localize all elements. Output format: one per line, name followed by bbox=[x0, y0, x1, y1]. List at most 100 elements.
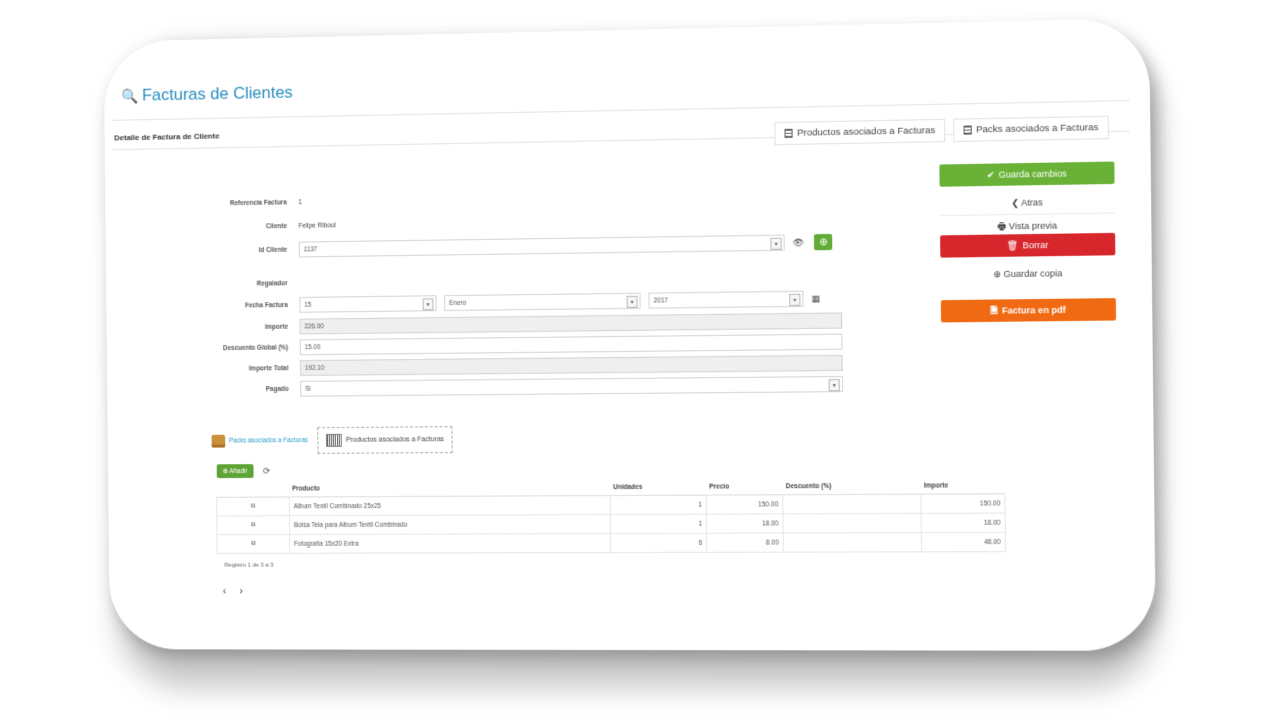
cell-descuento bbox=[783, 532, 922, 553]
fecha-day-value: 15 bbox=[304, 301, 312, 309]
row-importe-total: Importe Total 192.10 bbox=[203, 354, 857, 378]
fecha-month-select[interactable]: Enero ▾ bbox=[444, 292, 641, 312]
pagado-label: Pagado bbox=[265, 385, 289, 393]
header-precio: Precio bbox=[706, 479, 783, 496]
row-referencia: Referencia Factura 1 bbox=[201, 184, 855, 212]
descuento-label: Descuento Global (%) bbox=[223, 343, 289, 352]
list-icon bbox=[784, 128, 794, 138]
list-icon bbox=[963, 125, 973, 135]
detail-title: Detalle de Factura de Cliente bbox=[114, 131, 220, 143]
tab-productos-label: Productos asociados a Facturas bbox=[797, 125, 936, 139]
tab-productos-lower[interactable]: Productos asociados a Facturas bbox=[317, 426, 453, 454]
check-icon: ✔ bbox=[986, 169, 995, 180]
pagado-select[interactable]: Si ▾ bbox=[300, 375, 843, 397]
row-cliente: Cliente Felipe Riboul bbox=[202, 208, 856, 236]
descuento-value: 15.00 bbox=[304, 343, 321, 351]
app-title: 🔍 Facturas de Clientes bbox=[121, 83, 292, 106]
chevron-left-icon[interactable]: ‹ bbox=[223, 586, 226, 597]
divider bbox=[939, 212, 1115, 217]
delete-button[interactable]: 🗑 Borrar bbox=[940, 232, 1116, 258]
tab-productos[interactable]: Productos asociados a Facturas bbox=[774, 118, 946, 146]
cell-unidades: 1 bbox=[610, 495, 707, 515]
row-pagado: Pagado Si ▾ bbox=[203, 375, 857, 399]
plus-circle-icon: ⊕ bbox=[819, 236, 828, 248]
chevron-down-icon[interactable]: ▾ bbox=[828, 379, 840, 392]
fecha-day-select[interactable]: 15 ▾ bbox=[299, 295, 437, 313]
row-descuento: Descuento Global (%) 15.00 bbox=[203, 332, 857, 357]
back-button[interactable]: ❮ Atras bbox=[940, 196, 1115, 210]
add-button[interactable]: ⊕ Añadir bbox=[216, 464, 254, 479]
tab-productos-lower-label: Productos asociados a Facturas bbox=[345, 436, 445, 444]
header-descuento: Descuento (%) bbox=[782, 478, 921, 495]
cell-unidades: 6 bbox=[610, 533, 707, 553]
importe-total-value: 192.10 bbox=[304, 364, 325, 372]
add-cliente-button[interactable]: ⊕ bbox=[814, 233, 833, 251]
row-regalador: Regalador bbox=[202, 267, 856, 293]
chevron-down-icon[interactable]: ▾ bbox=[626, 295, 638, 308]
descuento-input[interactable]: 15.00 bbox=[299, 333, 843, 356]
cell-importe: 48.00 bbox=[921, 532, 1006, 552]
id-cliente-value: 1137 bbox=[303, 245, 318, 253]
chevron-down-icon[interactable]: ▾ bbox=[789, 293, 801, 306]
fecha-month-value: Enero bbox=[449, 299, 467, 307]
fecha-year-select[interactable]: 2017 ▾ bbox=[648, 290, 804, 309]
row-fecha: Fecha Factura 15 ▾ Enero ▾ 2017 ▾ ▦ bbox=[202, 289, 856, 315]
records-count: Registro 1 de 3 a 3 bbox=[224, 562, 274, 569]
header-importe: Importe bbox=[920, 478, 1005, 495]
pagado-value: Si bbox=[305, 385, 311, 393]
action-panel: ✔ Guarda cambios ❮ Atras 🖶 Vista previa … bbox=[939, 161, 1117, 323]
cell-precio: 18.00 bbox=[706, 513, 784, 534]
tab-packs-lower[interactable]: Packs asociados a Facturas bbox=[211, 434, 318, 448]
lower-tabs: Packs asociados a Facturas Productos aso… bbox=[211, 426, 453, 454]
file-icon: 🗎 bbox=[990, 304, 998, 315]
edit-icon[interactable]: ⧉ bbox=[216, 534, 290, 554]
trash-icon: 🗑 bbox=[1006, 239, 1019, 251]
cell-importe: 150.00 bbox=[920, 493, 1006, 514]
chevron-right-icon[interactable]: › bbox=[240, 586, 243, 597]
pager: ‹ › bbox=[223, 586, 243, 597]
cell-importe: 18.00 bbox=[921, 513, 1006, 533]
search-icon: 🔍 bbox=[121, 87, 139, 104]
importe-total-field: 192.10 bbox=[299, 354, 843, 376]
referencia-label: Referencia Factura bbox=[229, 198, 287, 207]
cell-descuento bbox=[782, 494, 922, 514]
add-button-label: Añadir bbox=[229, 468, 248, 476]
table-row: ⧉ Bolsa Tela para Album Textil Combinado… bbox=[216, 513, 1006, 535]
pdf-button[interactable]: 🗎 Factura en pdf bbox=[940, 298, 1117, 323]
fecha-year-value: 2017 bbox=[653, 296, 669, 305]
chevron-down-icon[interactable]: ▾ bbox=[422, 298, 434, 311]
cell-producto: Album Textil Combinado 25x25 bbox=[289, 495, 611, 516]
cliente-label: Cliente bbox=[265, 222, 287, 230]
tab-packs-label: Packs asociados a Facturas bbox=[976, 122, 1099, 136]
cell-descuento bbox=[782, 513, 922, 534]
plus-circle-icon: ⊕ bbox=[222, 468, 228, 476]
edit-icon[interactable]: ⧉ bbox=[216, 496, 290, 517]
invoice-form: Referencia Factura 1 Cliente Felipe Ribo… bbox=[201, 184, 855, 397]
cell-precio: 150.00 bbox=[706, 494, 783, 515]
header-unidades: Unidades bbox=[609, 479, 707, 496]
row-id-cliente: Id Cliente 1137 ▾ 👁 ⊕ bbox=[202, 233, 856, 260]
referencia-value: 1 bbox=[298, 198, 302, 206]
products-table: Producto Unidades Precio Descuento (%) I… bbox=[216, 478, 1006, 554]
id-cliente-select[interactable]: 1137 ▾ bbox=[298, 234, 785, 258]
top-tabs: Productos asociados a Facturas Packs aso… bbox=[774, 115, 1109, 146]
printer-icon: 🖶 bbox=[997, 221, 1007, 232]
save-copy-button-label: Guardar copia bbox=[1003, 268, 1063, 280]
delete-button-label: Borrar bbox=[1022, 239, 1049, 251]
save-button[interactable]: ✔ Guarda cambios bbox=[939, 161, 1115, 187]
tab-packs[interactable]: Packs asociados a Facturas bbox=[953, 115, 1109, 142]
eye-icon[interactable]: 👁 bbox=[793, 237, 805, 248]
refresh-icon[interactable]: ⟳ bbox=[263, 465, 270, 476]
regalador-label: Regalador bbox=[256, 279, 288, 288]
importe-label: Importe bbox=[264, 323, 289, 331]
edit-icon[interactable]: ⧉ bbox=[216, 515, 290, 535]
importe-value: 226.00 bbox=[304, 322, 324, 330]
chevron-down-icon[interactable]: ▾ bbox=[770, 237, 782, 250]
importe-field: 226.00 bbox=[299, 312, 843, 335]
calendar-icon[interactable]: ▦ bbox=[811, 293, 820, 304]
save-copy-button[interactable]: ⊕ Guardar copia bbox=[940, 268, 1115, 281]
save-button-label: Guarda cambios bbox=[998, 168, 1067, 180]
table-toolbar: ⊕ Añadir ⟳ bbox=[216, 464, 271, 479]
app-title-text: Facturas de Clientes bbox=[141, 82, 293, 105]
preview-button-label: Vista previa bbox=[1008, 220, 1058, 232]
